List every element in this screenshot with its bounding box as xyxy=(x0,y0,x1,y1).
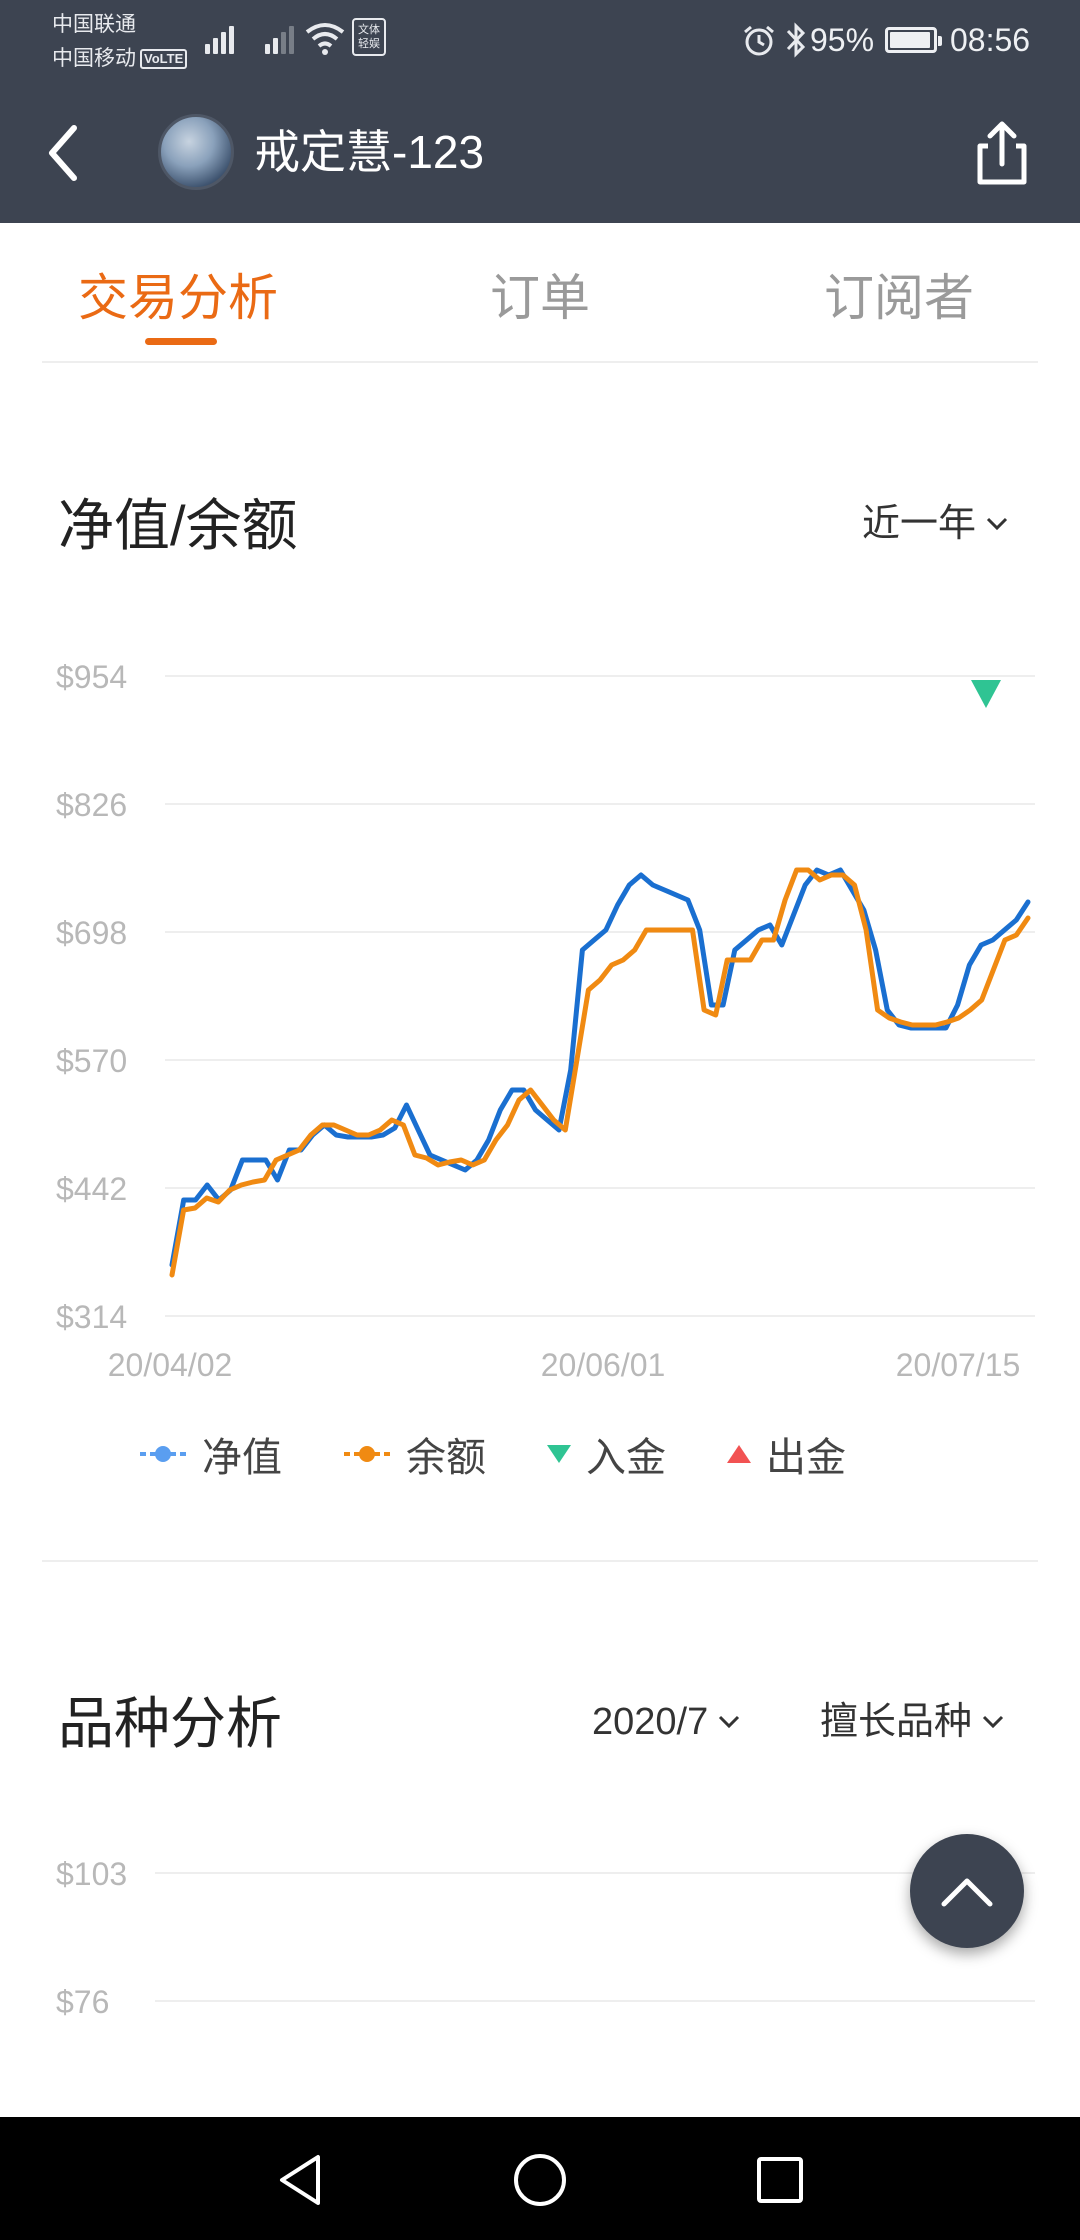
legend-net-value-label: 净值 xyxy=(202,1436,282,1480)
hd-badge-icon: 文体 轻娱 xyxy=(352,18,386,56)
net-value-chart: $954 $826 $698 $570 $442 $314 20/04/02 20/06/0… xyxy=(56,659,1035,1380)
variety-analysis-title: 品种分析 xyxy=(58,1692,282,1755)
net-value-title: 净值/余额 xyxy=(58,494,298,557)
back-triangle-icon[interactable] xyxy=(266,2145,336,2215)
avatar[interactable] xyxy=(158,114,234,190)
y-tick-label: $103 xyxy=(56,1856,127,1892)
y-tick-label: $698 xyxy=(56,915,127,951)
wifi-icon xyxy=(305,23,345,55)
page-title: 戒定慧-123 xyxy=(254,126,485,178)
bluetooth-icon xyxy=(786,22,806,58)
carrier-1: 中国联通 xyxy=(52,13,136,36)
month-dropdown[interactable]: 2020/7 xyxy=(592,1694,740,1750)
app-header: 中国联通 中国移动 VoLTE 文体 轻娱 95% 08:56 戒定慧-123 xyxy=(0,0,1080,223)
legend-net-value-marker-icon xyxy=(140,1446,186,1462)
carrier-info: 中国联通 中国移动 VoLTE xyxy=(52,8,188,76)
y-tick-label: $76 xyxy=(56,1984,109,2020)
triangle-down-icon xyxy=(547,1445,571,1463)
battery-percent: 95% xyxy=(810,22,875,58)
y-tick-label: $954 xyxy=(56,659,127,695)
volte-badge: VoLTE xyxy=(140,49,188,70)
deposit-marker xyxy=(971,680,1001,708)
chevron-down-icon xyxy=(982,1715,1004,1729)
y-tick-label: $570 xyxy=(56,1043,127,1079)
x-tick-label: 20/06/01 xyxy=(541,1347,666,1380)
y-tick-label: $442 xyxy=(56,1171,127,1207)
chart-legend: 净值 余额 入金 出金 xyxy=(138,1424,906,1484)
status-clock: 08:56 xyxy=(950,22,1031,58)
recents-square-icon[interactable] xyxy=(745,2145,815,2215)
legend-item-withdrawal[interactable]: 出金 xyxy=(726,1425,846,1483)
legend-deposit-label: 入金 xyxy=(586,1436,666,1480)
active-tab-indicator xyxy=(145,338,217,345)
x-tick-label: 20/04/02 xyxy=(108,1347,233,1380)
legend-withdrawal-label: 出金 xyxy=(766,1436,846,1480)
signal-1-icon xyxy=(205,20,234,54)
chevron-up-icon xyxy=(941,1878,993,1907)
section-divider xyxy=(42,1560,1038,1562)
tab-trade-analysis[interactable]: 交易分析 xyxy=(78,263,278,333)
carrier-2: 中国移动 xyxy=(52,47,136,70)
series-line-余额 xyxy=(169,867,1031,1278)
home-circle-icon[interactable] xyxy=(505,2145,575,2215)
variety-type-dropdown-label: 擅长品种 xyxy=(820,1701,973,1743)
triangle-up-icon xyxy=(727,1445,751,1463)
battery-icon xyxy=(885,27,942,53)
signal-2-icon xyxy=(265,20,294,54)
variety-type-dropdown[interactable]: 擅长品种 xyxy=(820,1694,1004,1750)
series-line-净值 xyxy=(169,867,1031,1268)
scroll-to-top-button[interactable] xyxy=(910,1834,1024,1948)
chevron-down-icon xyxy=(719,1715,740,1729)
legend-item-net-value[interactable]: 净值 xyxy=(138,1425,282,1483)
tab-subscribers[interactable]: 订阅者 xyxy=(824,263,974,333)
legend-balance-marker-icon xyxy=(344,1446,390,1462)
legend-balance-label: 余额 xyxy=(406,1436,486,1480)
month-dropdown-label: 2020/7 xyxy=(592,1701,709,1743)
chevron-down-icon xyxy=(986,517,1008,531)
legend-item-balance[interactable]: 余额 xyxy=(342,1425,486,1483)
alarm-icon xyxy=(744,25,774,56)
share-icon[interactable] xyxy=(972,118,1032,188)
y-tick-label: $826 xyxy=(56,787,127,823)
legend-item-deposit[interactable]: 入金 xyxy=(546,1425,666,1483)
x-tick-label: 20/07/15 xyxy=(896,1347,1021,1380)
y-tick-label: $314 xyxy=(56,1299,127,1335)
range-dropdown[interactable]: 近一年 xyxy=(862,496,1008,552)
tab-orders[interactable]: 订单 xyxy=(490,263,590,333)
back-button[interactable] xyxy=(36,118,92,188)
range-dropdown-label: 近一年 xyxy=(862,503,977,545)
tab-bar: 交易分析 订单 订阅者 xyxy=(42,223,1038,363)
system-nav-bar xyxy=(0,2117,1080,2240)
